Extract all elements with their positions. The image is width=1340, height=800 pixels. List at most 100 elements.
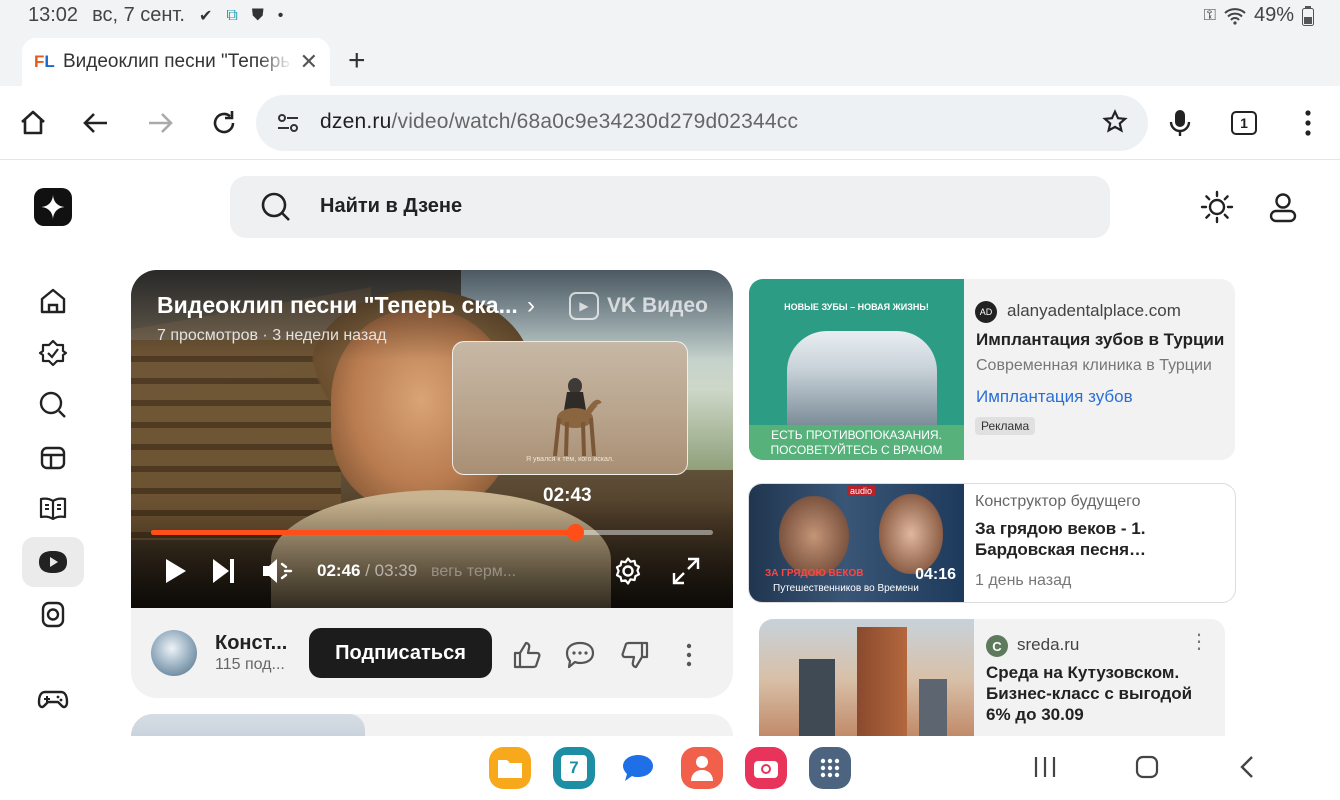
ad-description: Современная клиника в Турции (976, 357, 1212, 374)
key-icon: ⚿ (1203, 6, 1216, 24)
back-button-icon[interactable] (1237, 754, 1257, 780)
files-app-icon[interactable] (489, 747, 531, 789)
calendar-day: 7 (561, 755, 587, 781)
nav-video[interactable] (22, 537, 84, 587)
messages-app-icon[interactable] (617, 747, 659, 789)
camel-rider-image (553, 378, 602, 457)
tab-switcher-button[interactable]: 1 (1227, 106, 1261, 140)
url-text[interactable]: dzen.ru/video/watch/68a0c9e34230d279d023… (320, 110, 798, 134)
nav-home[interactable] (22, 276, 84, 326)
sreda-title[interactable]: Среда на Кутузовском. Бизнес-класс с выг… (986, 662, 1216, 725)
ad-card[interactable]: НОВЫЕ ЗУБЫ – НОВАЯ ЖИЗНЬ! ЕСТЬ ПРОТИВОПО… (749, 279, 1235, 460)
thumbnail-caption-white: Путешественников во Времени (773, 583, 919, 594)
theme-toggle-icon[interactable] (1200, 190, 1234, 229)
home-nav-icon (40, 288, 66, 314)
favicon-icon: FL (34, 52, 55, 71)
home-button-icon[interactable] (1134, 754, 1160, 780)
sreda-image (759, 619, 974, 739)
player-bottom-gradient (131, 500, 733, 608)
fullscreen-icon[interactable] (671, 556, 701, 586)
video-title[interactable]: Видеоклип песни "Теперь ска... (157, 292, 518, 319)
ad-image-warning: ЕСТЬ ПРОТИВОПОКАЗАНИЯ. ПОСОВЕТУЙТЕСЬ С В… (749, 425, 964, 460)
profile-icon[interactable] (1266, 190, 1300, 229)
ad-image: НОВЫЕ ЗУБЫ – НОВАЯ ЖИЗНЬ! ЕСТЬ ПРОТИВОПО… (749, 279, 964, 460)
menu-icon[interactable] (1291, 106, 1325, 140)
subscriptions-icon (38, 339, 68, 367)
shorts-icon (40, 446, 66, 470)
search-input[interactable]: Найти в Дзене (320, 195, 462, 218)
sreda-logo: С (986, 635, 1008, 657)
nav-search[interactable] (22, 380, 84, 430)
video-card-channel[interactable]: Конструктор будущего (975, 493, 1141, 511)
card-more-icon[interactable]: ⋮ (1189, 629, 1209, 654)
live-icon (41, 601, 65, 628)
download-done-icon: ✔ (198, 7, 213, 25)
next-icon[interactable] (211, 556, 237, 586)
play-icon[interactable] (163, 556, 189, 586)
subscribe-button[interactable]: Подписаться (309, 628, 492, 678)
comments-icon[interactable] (564, 640, 596, 670)
articles-icon (39, 497, 67, 521)
dzen-logo[interactable] (34, 188, 72, 226)
system-navigation-bar: 7 (0, 736, 1340, 800)
camera-app-icon[interactable] (745, 747, 787, 789)
tower-right (919, 679, 947, 739)
microphone-icon[interactable] (1163, 106, 1197, 140)
gamepad-icon (37, 690, 69, 709)
more-options-icon[interactable] (683, 640, 695, 670)
settings-gear-icon[interactable] (613, 556, 643, 586)
recent-apps-icon[interactable] (1033, 754, 1057, 780)
progress-bar[interactable] (151, 524, 713, 541)
ad-image-doctors (787, 331, 937, 426)
chevron-right-icon[interactable]: › (527, 292, 535, 320)
video-meta: 7 просмотров · 3 недели назад (157, 327, 387, 344)
time-display: 02:46 / 03:39 (317, 561, 417, 581)
sreda-source[interactable]: sreda.ru (1017, 635, 1079, 655)
ad-link[interactable]: Имплантация зубов (976, 387, 1133, 407)
new-tab-button[interactable]: + (348, 44, 366, 78)
subtitle-ghost-text: вегь терм... (431, 563, 517, 580)
ad-source-logo: AD (975, 301, 997, 323)
current-time: 02:46 (317, 561, 361, 580)
address-bar[interactable]: dzen.ru/video/watch/68a0c9e34230d279d023… (256, 95, 1148, 151)
volume-muted-icon[interactable] (261, 556, 295, 586)
site-settings-icon[interactable] (276, 111, 300, 135)
vk-play-icon: ▶ (569, 292, 599, 320)
ad-image-headline: НОВЫЕ ЗУБЫ – НОВАЯ ЖИЗНЬ! (784, 302, 929, 312)
ad-title[interactable]: Имплантация зубов в Турции (976, 330, 1224, 350)
thumbnail-girl (879, 494, 943, 574)
calendar-app-icon[interactable]: 7 (553, 747, 595, 789)
video-card-title[interactable]: За грядою веков - 1. Бардовская песня… (975, 518, 1225, 560)
home-icon[interactable] (16, 106, 50, 140)
browser-tab[interactable]: FL Видеоклип песни "Теперь с ✕ (22, 38, 330, 86)
nav-subscriptions[interactable] (22, 328, 84, 378)
dzen-search-box[interactable]: Найти в Дзене (230, 176, 1110, 238)
video-player[interactable]: Видеоклип песни "Теперь ска... › 7 просм… (131, 270, 733, 608)
bookmark-star-icon[interactable] (1102, 109, 1128, 135)
vk-video-logo[interactable]: ▶ VK Видео (569, 292, 708, 320)
channel-avatar[interactable] (151, 630, 197, 676)
ad-source[interactable]: alanyadentalplace.com (1007, 301, 1181, 321)
recommended-video-card[interactable]: audio ЗА ГРЯДОЮ ВЕКОВ Путешественников в… (748, 483, 1236, 603)
close-tab-icon[interactable]: ✕ (300, 49, 318, 75)
nav-games[interactable] (22, 674, 84, 724)
app-drawer-icon[interactable] (809, 747, 851, 789)
tower-center (857, 627, 907, 739)
back-icon[interactable] (79, 106, 113, 140)
vk-video-label: VK Видео (607, 294, 708, 317)
nav-live[interactable] (22, 589, 84, 639)
video-thumbnail: audio ЗА ГРЯДОЮ ВЕКОВ Путешественников в… (749, 484, 964, 602)
video-card-date: 1 день назад (975, 572, 1072, 589)
nav-articles[interactable] (22, 484, 84, 534)
like-icon[interactable] (511, 640, 543, 670)
sreda-card[interactable]: С sreda.ru ⋮ Среда на Кутузовском. Бизне… (759, 619, 1225, 739)
channel-subscribers: 115 под... (215, 656, 285, 673)
nav-shorts[interactable] (22, 432, 84, 482)
progress-fill (151, 530, 576, 535)
forward-icon[interactable] (143, 106, 177, 140)
reload-icon[interactable] (207, 106, 241, 140)
contacts-app-icon[interactable] (681, 747, 723, 789)
dislike-icon[interactable] (619, 640, 651, 670)
date: вс, 7 сент. (92, 4, 185, 26)
channel-name[interactable]: Конст... (215, 632, 295, 655)
